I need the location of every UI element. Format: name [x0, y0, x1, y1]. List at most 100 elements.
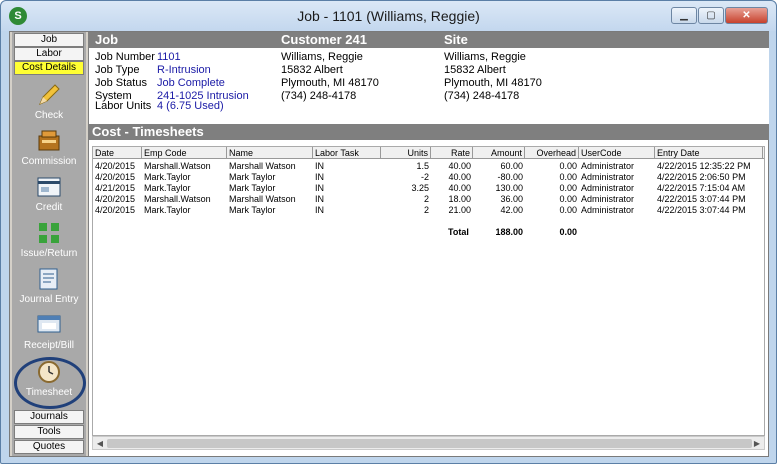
col-header-usercode[interactable]: UserCode [579, 147, 655, 159]
tool-label: Receipt/Bill [23, 340, 75, 351]
table-cell: 0.00 [559, 205, 577, 215]
table-cell: Marshall.Watson [144, 161, 211, 171]
title-bar[interactable]: S Job - 1101 (Williams, Reggie) ▁ ▢ ✕ [1, 1, 776, 31]
total-overhead: 0.00 [559, 227, 577, 237]
sidebar-tab-cost-details[interactable]: Cost Details [14, 61, 84, 75]
table-cell: IN [315, 194, 324, 204]
sidebar-tab-tools[interactable]: Tools [14, 425, 84, 439]
sidebar-tab-journals[interactable]: Journals [14, 410, 84, 424]
table-cell: 4/22/2015 3:07:44 PM [657, 194, 746, 204]
table-cell: 4/22/2015 2:06:50 PM [657, 172, 746, 182]
total-amount: 188.00 [495, 227, 523, 237]
customer-city: Plymouth, MI 48170 [281, 77, 379, 89]
table-cell: Mark.Taylor [144, 205, 191, 215]
scroll-left-arrow-icon[interactable]: ◀ [94, 438, 106, 449]
value-labor-units[interactable]: 4 (6.75 Used) [157, 100, 224, 113]
col-header-emp-code[interactable]: Emp Code [142, 147, 227, 159]
tool-receipt-bill[interactable]: Receipt/Bill [12, 312, 86, 356]
tool-journal-entry[interactable]: Journal Entry [12, 266, 86, 310]
table-cell: IN [315, 205, 324, 215]
site-city: Plymouth, MI 48170 [444, 77, 542, 89]
grid-header: Date Emp Code Name Labor Task Units Rate… [93, 147, 764, 159]
app-window: S Job - 1101 (Williams, Reggie) ▁ ▢ ✕ Jo… [0, 0, 777, 464]
table-cell: 36.00 [500, 194, 523, 204]
table-cell: Marshall Watson [229, 161, 296, 171]
table-cell: 0.00 [559, 161, 577, 171]
sidebar: Job Labor Cost Details Check Commission … [12, 32, 86, 456]
table-cell: IN [315, 172, 324, 182]
window-title: Job - 1101 (Williams, Reggie) [297, 8, 480, 24]
tool-issue-return[interactable]: Issue/Return [12, 220, 86, 264]
tool-commission[interactable]: Commission [12, 128, 86, 172]
tool-label: Credit [35, 202, 63, 213]
label-job-type: Job Type [95, 64, 140, 76]
table-cell: Administrator [581, 183, 635, 193]
scroll-right-arrow-icon[interactable]: ▶ [751, 438, 763, 449]
table-cell: 0.00 [559, 172, 577, 182]
table-cell: Mark Taylor [229, 205, 276, 215]
maximize-button[interactable]: ▢ [698, 7, 724, 24]
table-cell: Mark Taylor [229, 172, 276, 182]
scroll-thumb[interactable] [107, 439, 752, 448]
header-job: Job [95, 32, 119, 47]
tool-credit[interactable]: Credit [12, 174, 86, 218]
timesheet-grid[interactable]: Date Emp Code Name Labor Task Units Rate… [92, 146, 765, 436]
timesheet-highlight-ring [14, 357, 86, 409]
value-job-type[interactable]: R-Intrusion [157, 64, 211, 77]
label-job-status: Job Status [95, 77, 147, 89]
value-job-status[interactable]: Job Complete [157, 77, 225, 90]
site-phone: (734) 248-4178 [444, 90, 520, 102]
label-labor-units: Labor Units [95, 100, 152, 112]
table-cell: Administrator [581, 205, 635, 215]
table-cell: 4/20/2015 [95, 161, 136, 171]
pencil-icon [36, 82, 62, 108]
table-cell: 40.00 [448, 183, 471, 193]
table-cell: 4/22/2015 12:35:22 PM [657, 161, 751, 171]
job-info-panel: Job Number Job Type Job Status System La… [89, 48, 769, 130]
sidebar-tab-quotes[interactable]: Quotes [14, 440, 84, 454]
site-name: Williams, Reggie [444, 51, 526, 63]
table-cell: 4/20/2015 [95, 194, 136, 204]
table-cell: 21.00 [448, 205, 471, 215]
header-customer: Customer 241 [281, 32, 367, 47]
table-cell: 3.25 [411, 183, 429, 193]
tool-label: Journal Entry [19, 294, 79, 305]
arrows-icon [36, 220, 62, 246]
client-area: Job Labor Cost Details Check Commission … [9, 31, 769, 457]
col-header-date[interactable]: Date [93, 147, 142, 159]
sidebar-tab-labor[interactable]: Labor [14, 47, 84, 61]
table-cell: -80.00 [497, 172, 523, 182]
col-header-entry-date[interactable]: Entry Date [655, 147, 763, 159]
col-header-amount[interactable]: Amount [473, 147, 525, 159]
table-cell: 4/22/2015 3:07:44 PM [657, 205, 746, 215]
sidebar-tab-job[interactable]: Job [14, 33, 84, 47]
main-panel: Job Customer 241 Site Job Number Job Typ… [88, 32, 769, 456]
section-title: Cost - Timesheets [89, 124, 769, 140]
tool-check[interactable]: Check [12, 82, 86, 126]
table-cell: 1.5 [416, 161, 429, 171]
col-header-units[interactable]: Units [381, 147, 431, 159]
table-cell: 42.00 [500, 205, 523, 215]
table-cell: 40.00 [448, 161, 471, 171]
col-header-rate[interactable]: Rate [431, 147, 473, 159]
close-button[interactable]: ✕ [725, 7, 768, 24]
customer-street: 15832 Albert [281, 64, 343, 76]
col-header-overhead[interactable]: Overhead [525, 147, 579, 159]
table-cell: IN [315, 161, 324, 171]
minimize-button[interactable]: ▁ [671, 7, 697, 24]
table-cell: Mark.Taylor [144, 172, 191, 182]
table-cell: Mark Taylor [229, 183, 276, 193]
tool-label: Commission [21, 156, 77, 167]
table-cell: IN [315, 183, 324, 193]
table-cell: 4/21/2015 [95, 183, 136, 193]
horizontal-scrollbar[interactable]: ◀ ▶ [92, 436, 765, 450]
receipt-icon [36, 312, 62, 338]
col-header-name[interactable]: Name [227, 147, 313, 159]
value-job-number[interactable]: 1101 [157, 51, 181, 64]
col-header-labor-task[interactable]: Labor Task [313, 147, 381, 159]
table-cell: 0.00 [559, 183, 577, 193]
cash-register-icon [36, 128, 62, 154]
table-cell: 4/20/2015 [95, 205, 136, 215]
customer-phone: (734) 248-4178 [281, 90, 357, 102]
table-cell: 60.00 [500, 161, 523, 171]
